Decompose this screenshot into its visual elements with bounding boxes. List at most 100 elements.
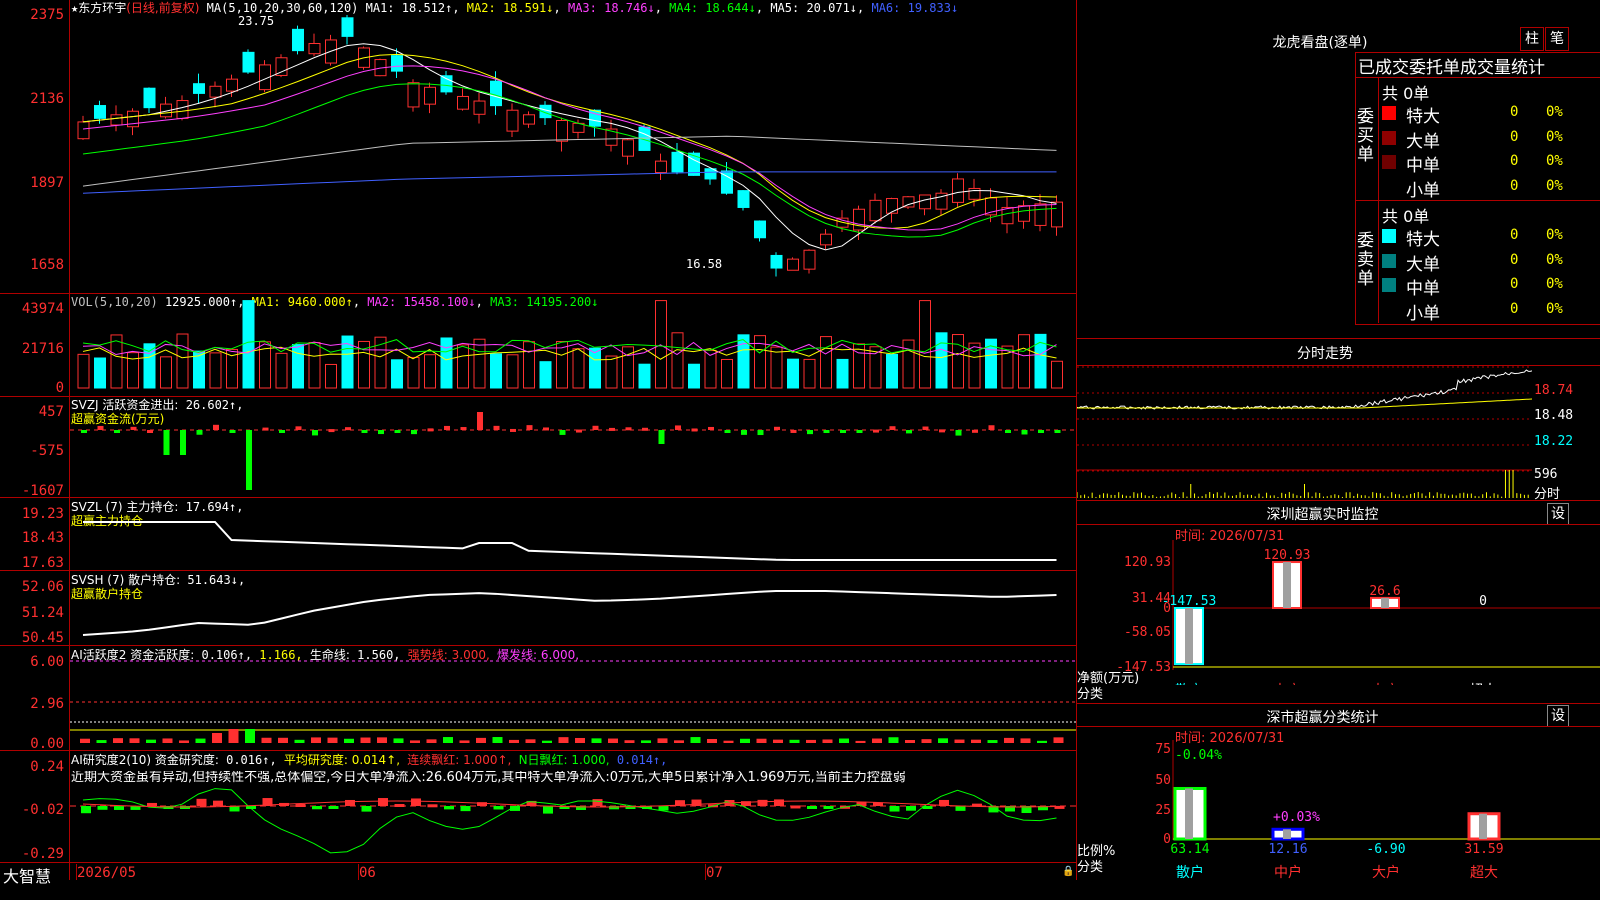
- activity-bar: [212, 733, 222, 743]
- flow-bar: [345, 427, 351, 431]
- activity-bar: [327, 737, 338, 743]
- fund-flow-bars[interactable]: [70, 400, 1076, 496]
- order-count: 0: [1510, 177, 1519, 194]
- monitor-axis-caption: 分类: [1077, 687, 1104, 702]
- monitor-settings-button[interactable]: 设: [1547, 503, 1569, 525]
- activity-bar: [641, 740, 651, 743]
- bar-mode-button[interactable]: 柱: [1520, 27, 1544, 51]
- class-bar-chart[interactable]: 755025063.14散户12.16中户-6.90大户31.59超大-0.04…: [1077, 740, 1600, 900]
- candle-body: [457, 95, 469, 110]
- research-bar: [97, 806, 108, 810]
- monitor-bar-chart[interactable]: 120.9331.440-58.05-147.53-147.53散户120.93…: [1077, 540, 1600, 685]
- candle-body: [1051, 201, 1063, 228]
- svsh-tick: 50.45: [21, 630, 64, 646]
- flow-bar: [526, 425, 533, 430]
- candle-body: [506, 109, 519, 132]
- fund-activity-chart[interactable]: [70, 660, 1076, 750]
- research-bar: [807, 806, 817, 809]
- activity-bar: [971, 739, 981, 743]
- activity-bar: [129, 738, 140, 743]
- main-holding-line[interactable]: [70, 500, 1076, 570]
- fund-research-chart[interactable]: [70, 770, 1076, 862]
- flow-bar: [939, 429, 945, 433]
- chart-mode[interactable]: (日线,前复权): [126, 1, 199, 15]
- volume-bar: [1051, 360, 1063, 389]
- flow-bar: [856, 430, 863, 433]
- monitor-bar-label: 120.93: [1264, 548, 1311, 563]
- date-label: 2026/05: [77, 865, 137, 881]
- candle-body: [952, 178, 964, 203]
- volume-bar: [935, 332, 948, 389]
- ai-research-title: AI研究度2(10) 资金研究度:: [71, 753, 219, 767]
- intraday-chart[interactable]: [1077, 366, 1532, 498]
- monitor-top-border: [1077, 500, 1600, 501]
- research-bar: [114, 806, 124, 810]
- flow-bar: [411, 430, 417, 435]
- activity-bar: [245, 729, 255, 743]
- brand-logo[interactable]: 大智慧: [3, 863, 51, 887]
- class-settings-button[interactable]: 设: [1547, 705, 1569, 727]
- class-value-label: 12.16: [1268, 842, 1307, 857]
- candle-body: [242, 51, 255, 73]
- candle-body: [391, 55, 403, 72]
- flow-bar: [477, 412, 483, 430]
- volume-bar: [539, 361, 552, 389]
- volume-bar: [886, 353, 898, 389]
- monitor-title: 深圳超赢实时监控: [1266, 507, 1379, 523]
- monitor-bar-shade: [1381, 597, 1389, 608]
- research-bar: [81, 806, 91, 814]
- activity-bar: [1053, 737, 1064, 743]
- stock-name[interactable]: 东方环宇: [78, 1, 126, 15]
- flow-bar: [394, 430, 401, 433]
- volume-bar: [605, 355, 618, 389]
- activity-bar: [443, 737, 453, 743]
- order-count: 0: [1510, 128, 1519, 145]
- candle-body: [770, 254, 783, 269]
- flow-bar: [741, 430, 747, 435]
- order-percent: 0%: [1546, 251, 1563, 268]
- flow-bar: [642, 427, 648, 431]
- volume-bar: [853, 343, 865, 389]
- price-tick: 2375: [30, 7, 64, 23]
- candle-body: [193, 83, 205, 94]
- panel-separator: [0, 862, 1077, 863]
- activity-bar: [1004, 737, 1014, 743]
- volume-bar: [572, 348, 585, 389]
- volume-bar: [325, 363, 337, 389]
- activity-bar: [1020, 738, 1031, 743]
- retail-holding-line[interactable]: [70, 573, 1076, 645]
- candle-body: [226, 78, 238, 92]
- volume-bar: [655, 300, 667, 389]
- flow-bar: [163, 430, 170, 455]
- research-bar: [312, 806, 322, 810]
- activity-bar: [806, 739, 816, 743]
- ma-line: [82, 43, 1057, 251]
- intraday-vol-tick: 596: [1534, 467, 1558, 482]
- research-bar: [196, 798, 207, 806]
- activity-bar: [278, 737, 288, 743]
- buy-total: 共 0单: [1382, 84, 1430, 103]
- monitor-category-label: 中户: [1273, 682, 1301, 685]
- flow-bar: [229, 430, 236, 433]
- volume-bar: [589, 347, 601, 389]
- candle-body: [143, 87, 156, 109]
- vol-tick: 21716: [21, 341, 64, 357]
- dragon-title: 龙虎看盘(逐单): [1272, 35, 1368, 51]
- activity-bar: [921, 739, 932, 743]
- volume-bars[interactable]: [70, 296, 1076, 396]
- candle-body: [803, 249, 816, 270]
- lock-icon[interactable]: 🔒: [1062, 866, 1074, 877]
- candle-body: [671, 151, 684, 173]
- flow-bar: [81, 430, 87, 433]
- research-bar: [592, 799, 603, 806]
- main-holding-path: [83, 521, 1057, 561]
- candlestick-chart[interactable]: [70, 15, 1076, 293]
- pen-mode-button[interactable]: 笔: [1545, 27, 1569, 51]
- svsh-tick: 51.24: [21, 605, 64, 621]
- candle-body: [737, 190, 750, 208]
- price-tick: 2136: [30, 91, 64, 107]
- ma5-value: 20.071↓: [806, 1, 858, 15]
- activity-bar: [542, 740, 552, 743]
- volume-bar: [110, 334, 123, 389]
- svzl-tick: 19.23: [21, 506, 64, 522]
